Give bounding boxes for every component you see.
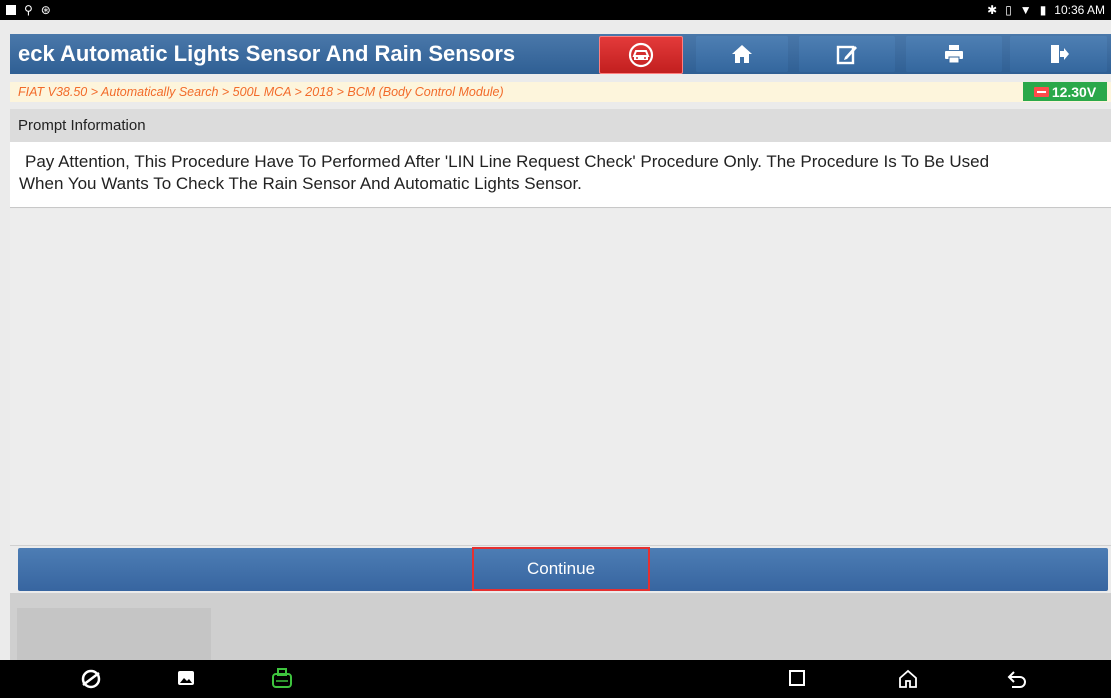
app-header: eck Automatic Lights Sensor And Rain Sen… [10,34,1111,74]
system-nav-bar [0,660,1111,698]
wifi-icon: ▼ [1019,3,1032,17]
battery-voltage-icon [1033,86,1049,97]
home-button[interactable] [696,36,788,72]
edit-icon [836,45,857,65]
settings-icon: ⊛ [40,3,51,17]
home-icon [732,45,752,63]
voltage-value: 12.30V [1051,83,1097,100]
image-icon [6,5,16,15]
gallery-icon[interactable] [176,668,196,693]
status-time: 10:36 AM [1054,3,1105,17]
prompt-message-line2: When You Wants To Check The Rain Sensor … [19,174,582,193]
exit-button[interactable] [1010,36,1107,72]
vibrate-icon: ▯ [1005,3,1012,17]
bluetooth-icon: ✱ [987,3,998,17]
recent-apps-icon[interactable] [787,668,807,693]
browser-icon[interactable] [80,668,102,695]
print-icon [945,45,963,64]
prompt-message-line1: Pay Attention, This Procedure Have To Pe… [25,152,990,171]
page-title: eck Automatic Lights Sensor And Rain Sen… [18,41,516,66]
continue-button[interactable]: Continue [472,547,650,591]
edit-button[interactable] [799,36,895,72]
breadcrumb: FIAT V38.50 > Automatically Search > 500… [10,82,1111,102]
car-diagnose-icon [628,42,654,68]
print-button[interactable] [906,36,1002,72]
status-bar: ⚲ ⊛ ✱ ▯ ▼ ▮ 10:36 AM [0,0,1111,20]
battery-icon: ▮ [1039,3,1047,17]
back-icon[interactable] [1006,668,1028,695]
exit-icon [1050,45,1069,63]
voltage-badge: 12.30V [1023,82,1107,101]
footer-placeholder [17,608,211,660]
prompt-heading: Prompt Information [10,109,1111,142]
home-icon[interactable] [897,668,919,695]
content-area [10,209,1111,546]
usb-icon: ⚲ [24,3,33,17]
vci-icon[interactable] [270,668,294,695]
prompt-message: Pay Attention, This Procedure Have To Pe… [10,142,1111,208]
car-diagnose-button[interactable] [599,36,683,74]
